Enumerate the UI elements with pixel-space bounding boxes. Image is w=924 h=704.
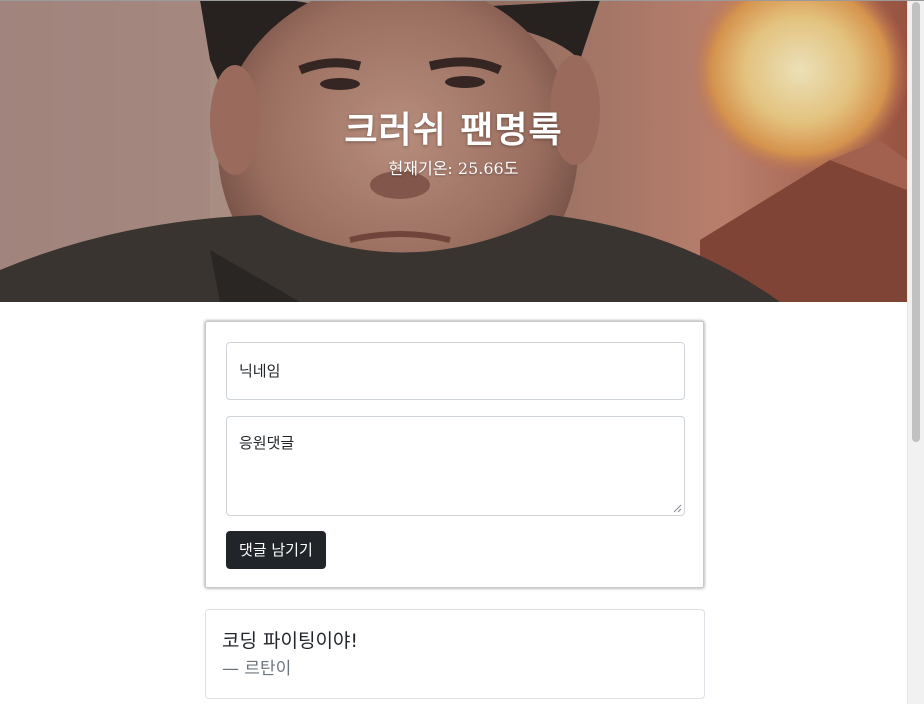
- window-top-border: [0, 0, 924, 1]
- comment-card: 코딩 파이팅이야! — 르탄이: [205, 609, 705, 699]
- page: 크러쉬 팬명록 현재기온: 25.66도 닉네임 응원댓글 댓글 남기기 코딩 …: [0, 0, 907, 704]
- resize-handle-icon[interactable]: [672, 503, 682, 513]
- banner-text: 크러쉬 팬명록 현재기온: 25.66도: [0, 104, 907, 180]
- comment-placeholder: 응원댓글: [239, 434, 295, 452]
- page-title: 크러쉬 팬명록: [344, 109, 563, 151]
- scrollbar-thumb[interactable]: [912, 2, 920, 442]
- comment-author: — 르탄이: [222, 659, 292, 679]
- temperature-text: 현재기온: 25.66도: [388, 159, 519, 178]
- banner: 크러쉬 팬명록 현재기온: 25.66도: [0, 0, 907, 302]
- submit-comment-button[interactable]: 댓글 남기기: [226, 531, 326, 569]
- comment-form-card: 닉네임 응원댓글 댓글 남기기: [205, 321, 704, 588]
- vertical-scrollbar[interactable]: [907, 0, 924, 704]
- nickname-input[interactable]: 닉네임: [226, 342, 685, 400]
- comment-textarea[interactable]: 응원댓글: [226, 416, 685, 516]
- comment-text: 코딩 파이팅이야!: [222, 630, 359, 652]
